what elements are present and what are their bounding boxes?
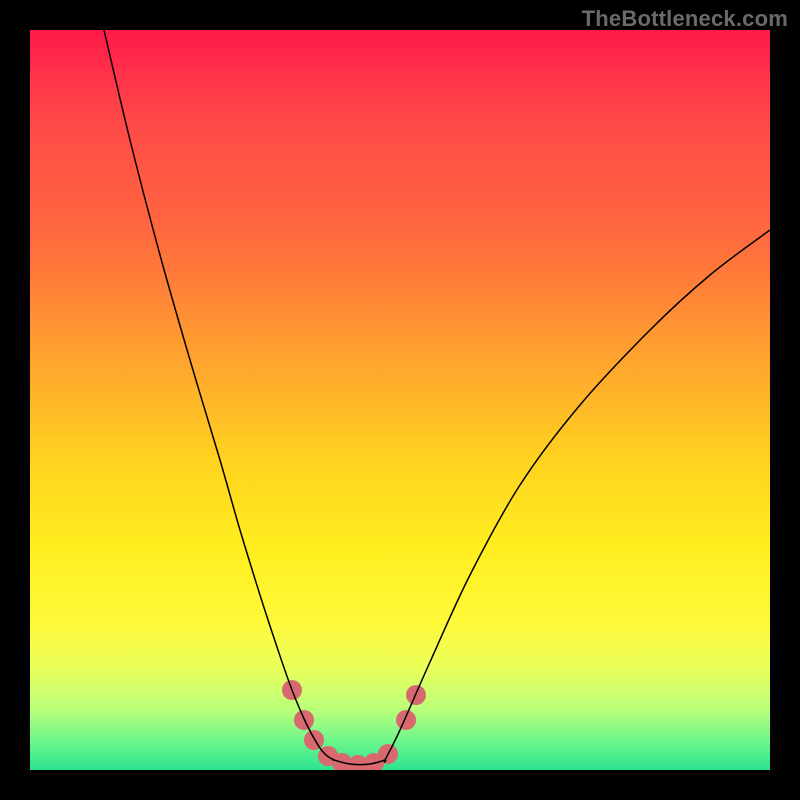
highlight-dot bbox=[396, 710, 416, 730]
pink-dots-group bbox=[282, 680, 426, 770]
bottleneck-curve-svg bbox=[30, 30, 770, 770]
plot-area bbox=[30, 30, 770, 770]
bottleneck-curve bbox=[104, 30, 770, 765]
highlight-dot bbox=[304, 730, 324, 750]
watermark-text: TheBottleneck.com bbox=[582, 6, 788, 32]
chart-frame: TheBottleneck.com bbox=[0, 0, 800, 800]
